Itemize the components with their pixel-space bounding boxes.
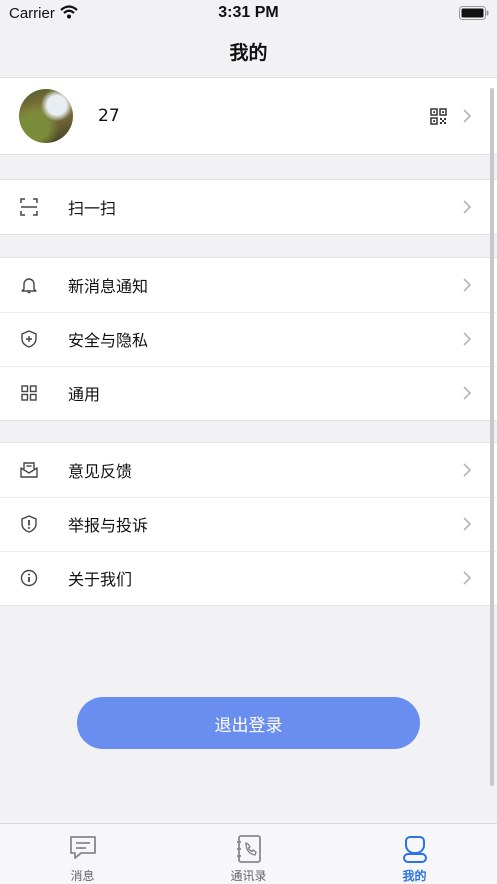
grid-icon <box>21 385 37 401</box>
contacts-icon <box>236 835 261 863</box>
bell-icon <box>21 278 37 294</box>
menu-item-label: 安全与隐私 <box>68 331 149 350</box>
tab-label: 通讯录 <box>230 869 267 883</box>
menu-item-label: 扫一扫 <box>68 199 117 218</box>
chevron-right-icon <box>463 332 471 346</box>
menu-item-label: 新消息通知 <box>68 277 149 296</box>
scan-section: 扫一扫 <box>0 179 497 235</box>
chevron-right-icon <box>463 278 471 292</box>
shield-plus-icon <box>21 330 37 348</box>
chat-icon <box>69 836 96 859</box>
avatar[interactable] <box>19 89 73 143</box>
tab-contacts[interactable]: 通讯录 <box>166 824 331 884</box>
shield-alert-icon <box>21 515 37 533</box>
info-icon <box>20 569 38 587</box>
clock: 3:31 PM <box>218 4 279 21</box>
chevron-right-icon <box>463 200 471 214</box>
scrollbar[interactable] <box>490 88 494 786</box>
battery-icon <box>459 6 489 20</box>
menu-item-report[interactable]: 举报与投诉 <box>0 497 497 551</box>
chevron-right-icon <box>463 386 471 400</box>
menu-item-label: 举报与投诉 <box>68 516 149 535</box>
chevron-right-icon <box>463 517 471 531</box>
scan-icon <box>20 198 38 216</box>
menu-item-feedback[interactable]: 意见反馈 <box>0 443 497 497</box>
feedback-mail-icon <box>20 462 38 478</box>
settings-section: 新消息通知 安全与隐私 通用 <box>0 257 497 421</box>
menu-item-about[interactable]: 关于我们 <box>0 551 497 605</box>
page-title: 我的 <box>229 42 268 64</box>
profile-icon <box>402 836 427 863</box>
tab-bar: 消息 通讯录 我的 <box>0 823 497 884</box>
chevron-right-icon <box>463 463 471 477</box>
chevron-right-icon <box>463 571 471 585</box>
menu-item-label: 通用 <box>68 385 101 404</box>
tab-label: 消息 <box>70 869 95 883</box>
menu-item-security[interactable]: 安全与隐私 <box>0 312 497 366</box>
support-section: 意见反馈 举报与投诉 关于我们 <box>0 442 497 606</box>
profile-name: 27 <box>98 106 120 126</box>
logout-button[interactable]: 退出登录 <box>77 697 420 749</box>
menu-item-label: 意见反馈 <box>68 462 133 481</box>
tab-messages[interactable]: 消息 <box>0 824 165 884</box>
menu-item-general[interactable]: 通用 <box>0 366 497 420</box>
chevron-right-icon <box>463 109 471 123</box>
status-bar: Carrier 3:31 PM <box>0 0 497 26</box>
qr-code-icon[interactable] <box>430 108 447 125</box>
menu-item-notifications[interactable]: 新消息通知 <box>0 258 497 312</box>
menu-item-scan[interactable]: 扫一扫 <box>0 180 497 234</box>
profile-row[interactable]: 27 <box>0 77 497 155</box>
menu-item-label: 关于我们 <box>68 570 133 589</box>
tab-me[interactable]: 我的 <box>332 824 497 884</box>
tab-label: 我的 <box>402 869 427 883</box>
